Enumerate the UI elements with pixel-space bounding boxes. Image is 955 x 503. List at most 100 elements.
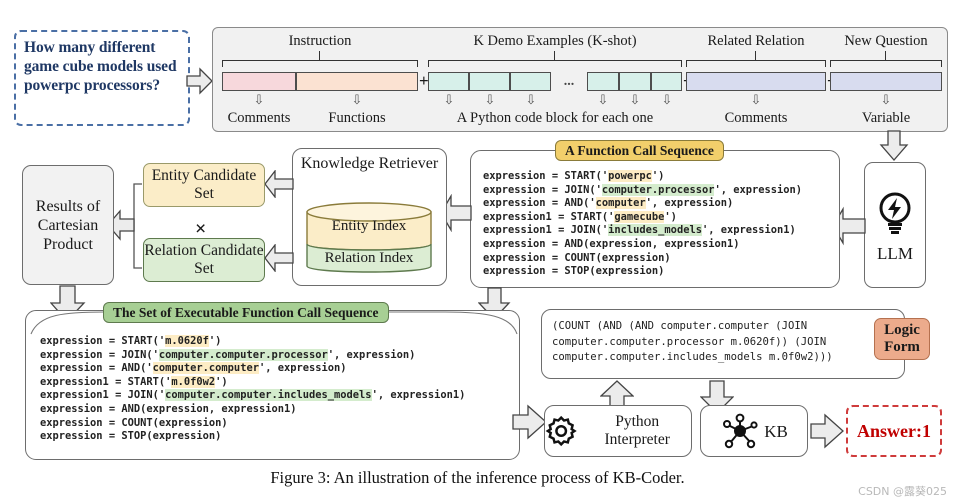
code-token: includes_models <box>608 224 702 237</box>
relation-candidate-set-node[interactable]: Relation Candidate Set <box>143 238 265 282</box>
prompt-block-demo-4[interactable] <box>587 72 619 91</box>
segment-foot-functions: Functions <box>328 110 386 126</box>
code-line: expression1 = JOIN('computer.computer.in… <box>40 389 465 403</box>
code-token: ', expression1) <box>701 224 796 237</box>
prompt-block-comments[interactable] <box>222 72 296 91</box>
code-token: expression = AND(' <box>483 197 596 210</box>
code-token: computer.computer.processor <box>158 348 328 361</box>
code-line: expression1 = START('m.0f0w2') <box>40 375 465 390</box>
code-token: ') <box>208 335 222 347</box>
prompt-block-functions[interactable] <box>296 72 418 91</box>
segment-foot-related-relation: Comments <box>724 110 788 126</box>
code-token: computer.processor <box>601 183 715 196</box>
brace-new-question <box>830 60 942 67</box>
answer-box: Answer:1 <box>846 405 942 457</box>
prompt-block-related-relation[interactable] <box>686 72 826 91</box>
code-line: expression1 = JOIN('includes_models', ex… <box>483 224 802 238</box>
kb-label: KB <box>764 421 788 441</box>
python-interpreter-label: Python Interpreter <box>604 413 670 448</box>
code-token: expression = JOIN(' <box>483 183 602 196</box>
code-token: gamecube <box>614 210 665 223</box>
segment-foot-comments: Comments <box>227 110 291 126</box>
python-interpreter-node[interactable]: Python Interpreter <box>544 405 692 457</box>
arrow-kb-to-answer <box>810 413 844 449</box>
code-token: computer.computer <box>152 362 259 375</box>
down-arrow-new-question: ⇩ <box>880 92 892 107</box>
results-cartesian-node: Results of Cartesian Product <box>22 165 114 285</box>
code-line: expression = STOP(expression) <box>40 430 465 444</box>
down-arrow-comments: ⇩ <box>253 92 265 107</box>
prompt-block-demo-2[interactable] <box>469 72 510 91</box>
answer-text: Answer:1 <box>857 420 931 441</box>
code-token: m.0620f <box>165 335 209 347</box>
code-token: computer <box>595 197 646 210</box>
question-text: How many different game cube models used… <box>24 39 177 94</box>
code-token: ') <box>215 375 228 388</box>
brace-stem-instruction <box>319 51 321 60</box>
relation-candidate-set-label: Relation Candidate Set <box>144 242 264 277</box>
down-arrow-demo-1: ⇩ <box>443 92 455 107</box>
logic-form-panel: (COUNT (AND (AND computer.computer (JOIN… <box>541 309 905 379</box>
code-token: ', expression) <box>258 362 347 375</box>
code-token: expression = STOP(expression) <box>40 430 222 443</box>
function-call-sequence-panel: expression = START('powerpc') expression … <box>470 150 840 288</box>
code-token: ', expression) <box>327 348 416 361</box>
executable-sequence-code: expression = START('m.0620f') expression … <box>40 335 465 444</box>
down-arrow-demo-6: ⇩ <box>661 92 673 107</box>
code-token: expression1 = START(' <box>40 375 172 388</box>
prompt-block-demo-3[interactable] <box>510 72 551 91</box>
code-line: expression1 = START('gamecube') <box>483 210 802 225</box>
code-line: expression = AND(expression, expression1… <box>40 403 465 417</box>
logic-form-badge: Logic Form <box>874 318 930 360</box>
brace-stem-kdemo <box>554 51 556 60</box>
code-token: computer.computer.includes_models <box>165 389 372 402</box>
code-token: ') <box>651 170 665 182</box>
kb-node[interactable]: KB <box>700 405 808 457</box>
prompt-ellipsis: ... <box>563 74 575 89</box>
executable-sequence-title: The Set of Executable Function Call Sequ… <box>103 302 389 323</box>
code-token: expression = COUNT(expression) <box>40 416 228 429</box>
arrow-question-to-prompt <box>186 67 213 95</box>
code-token: powerpc <box>608 170 652 182</box>
code-line: expression = COUNT(expression) <box>40 417 465 431</box>
llm-label: LLM <box>877 243 913 263</box>
code-token: expression = START(' <box>40 335 166 347</box>
code-token: expression = START(' <box>483 170 609 182</box>
arrow-retriever-to-relation-set <box>264 244 294 272</box>
code-token: ', expression) <box>645 197 734 210</box>
knowledge-retriever-label: Knowledge Retriever <box>300 155 439 172</box>
llm-node[interactable]: LLM <box>864 162 926 288</box>
code-token: expression = JOIN(' <box>40 348 159 361</box>
down-arrow-demo-5: ⇩ <box>629 92 641 107</box>
code-token: ') <box>664 210 677 223</box>
code-line: expression = AND('computer.computer', ex… <box>40 362 465 376</box>
code-token: ', expression1) <box>371 389 466 402</box>
prompt-block-demo-6[interactable] <box>651 72 682 91</box>
down-arrow-demo-2: ⇩ <box>484 92 496 107</box>
segment-foot-kdemo: A Python code block for each one <box>456 110 654 126</box>
knowledge-graph-icon <box>723 413 758 449</box>
entity-candidate-set-node[interactable]: Entity Candidate Set <box>143 163 265 207</box>
code-token: expression1 = JOIN(' <box>40 389 166 402</box>
down-arrow-demo-4: ⇩ <box>597 92 609 107</box>
brace-instruction <box>222 60 418 67</box>
prompt-block-demo-1[interactable] <box>428 72 469 91</box>
arrow-executable-to-python <box>512 404 547 440</box>
code-token: ', expression) <box>714 183 803 196</box>
brace-kdemo <box>428 60 682 67</box>
code-token: expression = STOP(expression) <box>483 265 665 278</box>
code-token: expression = AND(expression, expression1… <box>483 237 740 250</box>
code-line: expression = COUNT(expression) <box>483 252 802 266</box>
watermark: CSDN @露葵025 <box>858 485 947 498</box>
prompt-block-demo-5[interactable] <box>619 72 651 91</box>
down-arrow-functions: ⇩ <box>351 92 363 107</box>
code-line: expression = JOIN('computer.computer.pro… <box>40 348 465 363</box>
code-token: expression = AND(expression, expression1… <box>40 402 297 415</box>
function-call-sequence-code: expression = START('powerpc') expression … <box>483 170 802 279</box>
segment-foot-new-question: Variable <box>861 110 911 126</box>
down-arrow-related-relation: ⇩ <box>750 92 762 107</box>
code-line: expression = START('powerpc') <box>483 170 802 184</box>
segment-title-related-relation: Related Relation <box>707 33 805 49</box>
brace-related-relation <box>686 60 826 67</box>
prompt-block-new-question[interactable] <box>830 72 942 91</box>
